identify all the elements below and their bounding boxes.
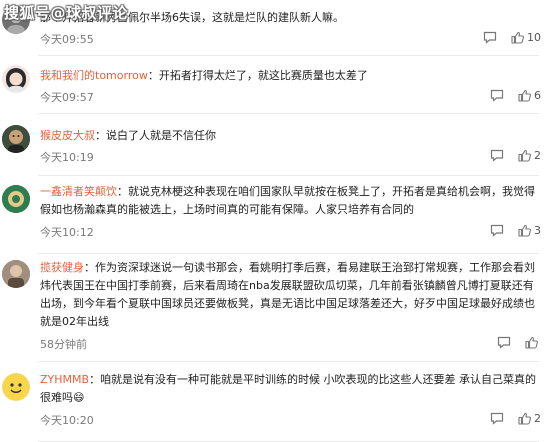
comment-username[interactable]: 猴皮皮大叔: [40, 129, 95, 142]
comment-text: 猴皮皮大叔：说白了人就是不信任你: [40, 129, 216, 142]
comment-actions: [497, 336, 541, 349]
comment-time: 今天10:20: [40, 414, 94, 427]
comment-content: 作为资深球迷说一句读书那会，看姚明打季后赛，看易建联王治郅打常规赛，工作那会看刘…: [40, 261, 535, 328]
comment-content: 咱就是说有没有一种可能就是平时训练的时候 小吹表现的比这些人还要差 承认自己菜真…: [40, 373, 537, 404]
like-button[interactable]: 2: [518, 412, 541, 425]
comment-item: 我和我们的tomorrow：开拓者打得太烂了，就这比赛质量也太差了 今天09:5…: [0, 58, 551, 114]
like-button[interactable]: 3: [518, 224, 541, 237]
comment-actions: 10: [483, 31, 541, 44]
avatar[interactable]: [2, 125, 30, 153]
like-button[interactable]: [525, 336, 541, 349]
comment-text: 我和我们的tomorrow：开拓者打得太烂了，就这比赛质量也太差了: [40, 69, 368, 82]
comment-text: 揽获健身：作为资深球迷说一句读书那会，看姚明打季后赛，看易建联王治郅打常规赛，工…: [40, 261, 535, 328]
comment-time: 今天09:57: [40, 91, 94, 104]
thumbs-up-icon: [525, 336, 538, 349]
comment-icon: [490, 149, 504, 162]
comment-time: 今天10:12: [40, 226, 94, 239]
comment-actions: 2: [490, 412, 541, 425]
comment-icon: [490, 89, 504, 102]
like-count: 10: [527, 31, 541, 44]
avatar[interactable]: [2, 373, 30, 401]
like-button[interactable]: 6: [518, 89, 541, 102]
like-count: 3: [534, 224, 541, 237]
comment-button[interactable]: [490, 224, 504, 237]
comment-username[interactable]: 揽获健身: [40, 261, 84, 274]
comment-button[interactable]: [497, 336, 511, 349]
comment-item: ZYHMMB：咱就是说有没有一种可能就是平时训练的时候 小吹表现的比这些人还要差…: [0, 366, 551, 442]
comment-actions: 6: [490, 89, 541, 102]
comment-username[interactable]: 我和我们的tomorrow: [40, 69, 148, 82]
comment-text: 一鑫清者笑颠饮：就说克林梗这种表现在咱们国家队早就按在板凳上了，开拓者是真给机会…: [40, 185, 535, 216]
comment-item: 揽获健身：作为资深球迷说一句读书那会，看姚明打季后赛，看易建联王治郅打常规赛，工…: [0, 256, 551, 362]
comment-username[interactable]: ZYHMMB: [40, 373, 89, 386]
comment-button[interactable]: [490, 412, 504, 425]
comment-icon: [483, 31, 497, 44]
thumbs-up-icon: [518, 89, 531, 102]
comment-time: 今天10:19: [40, 151, 94, 164]
comment-item: 猴皮皮大叔：说白了人就是不信任你 今天10:19 2: [0, 118, 551, 176]
thumbs-up-icon: [518, 412, 531, 425]
comment-text: ZYHMMB：咱就是说有没有一种可能就是平时训练的时候 小吹表现的比这些人还要差…: [40, 373, 537, 404]
avatar[interactable]: [2, 185, 30, 213]
like-count: 6: [534, 89, 541, 102]
like-count: 2: [534, 149, 541, 162]
comment-button[interactable]: [490, 89, 504, 102]
like-button[interactable]: 10: [511, 31, 541, 44]
avatar[interactable]: [2, 65, 30, 93]
like-button[interactable]: 2: [518, 149, 541, 162]
comment-content: 说白了人就是不信任你: [106, 129, 216, 142]
watermark: 搜狐号@球叔评论: [4, 4, 129, 22]
comment-content: 开拓者打得太烂了，就这比赛质量也太差了: [158, 69, 368, 82]
thumbs-up-icon: [511, 31, 524, 44]
avatar[interactable]: [2, 260, 30, 288]
comment-button[interactable]: [490, 149, 504, 162]
comment-actions: 3: [490, 224, 541, 237]
comment-icon: [490, 224, 504, 237]
thumbs-up-icon: [518, 224, 531, 237]
comment-username[interactable]: 一鑫清者笑颠饮: [40, 185, 117, 198]
comment-button[interactable]: [483, 31, 497, 44]
comment-actions: 2: [490, 149, 541, 162]
thumbs-up-icon: [518, 149, 531, 162]
like-count: 2: [534, 412, 541, 425]
comment-icon: [490, 412, 504, 425]
comment-icon: [497, 336, 511, 349]
comment-item: 一鑫清者笑颠饮：就说克林梗这种表现在咱们国家队早就按在板凳上了，开拓者是真给机会…: [0, 178, 551, 254]
comment-time: 今天09:55: [40, 33, 94, 46]
comment-time: 58分钟前: [40, 338, 87, 351]
